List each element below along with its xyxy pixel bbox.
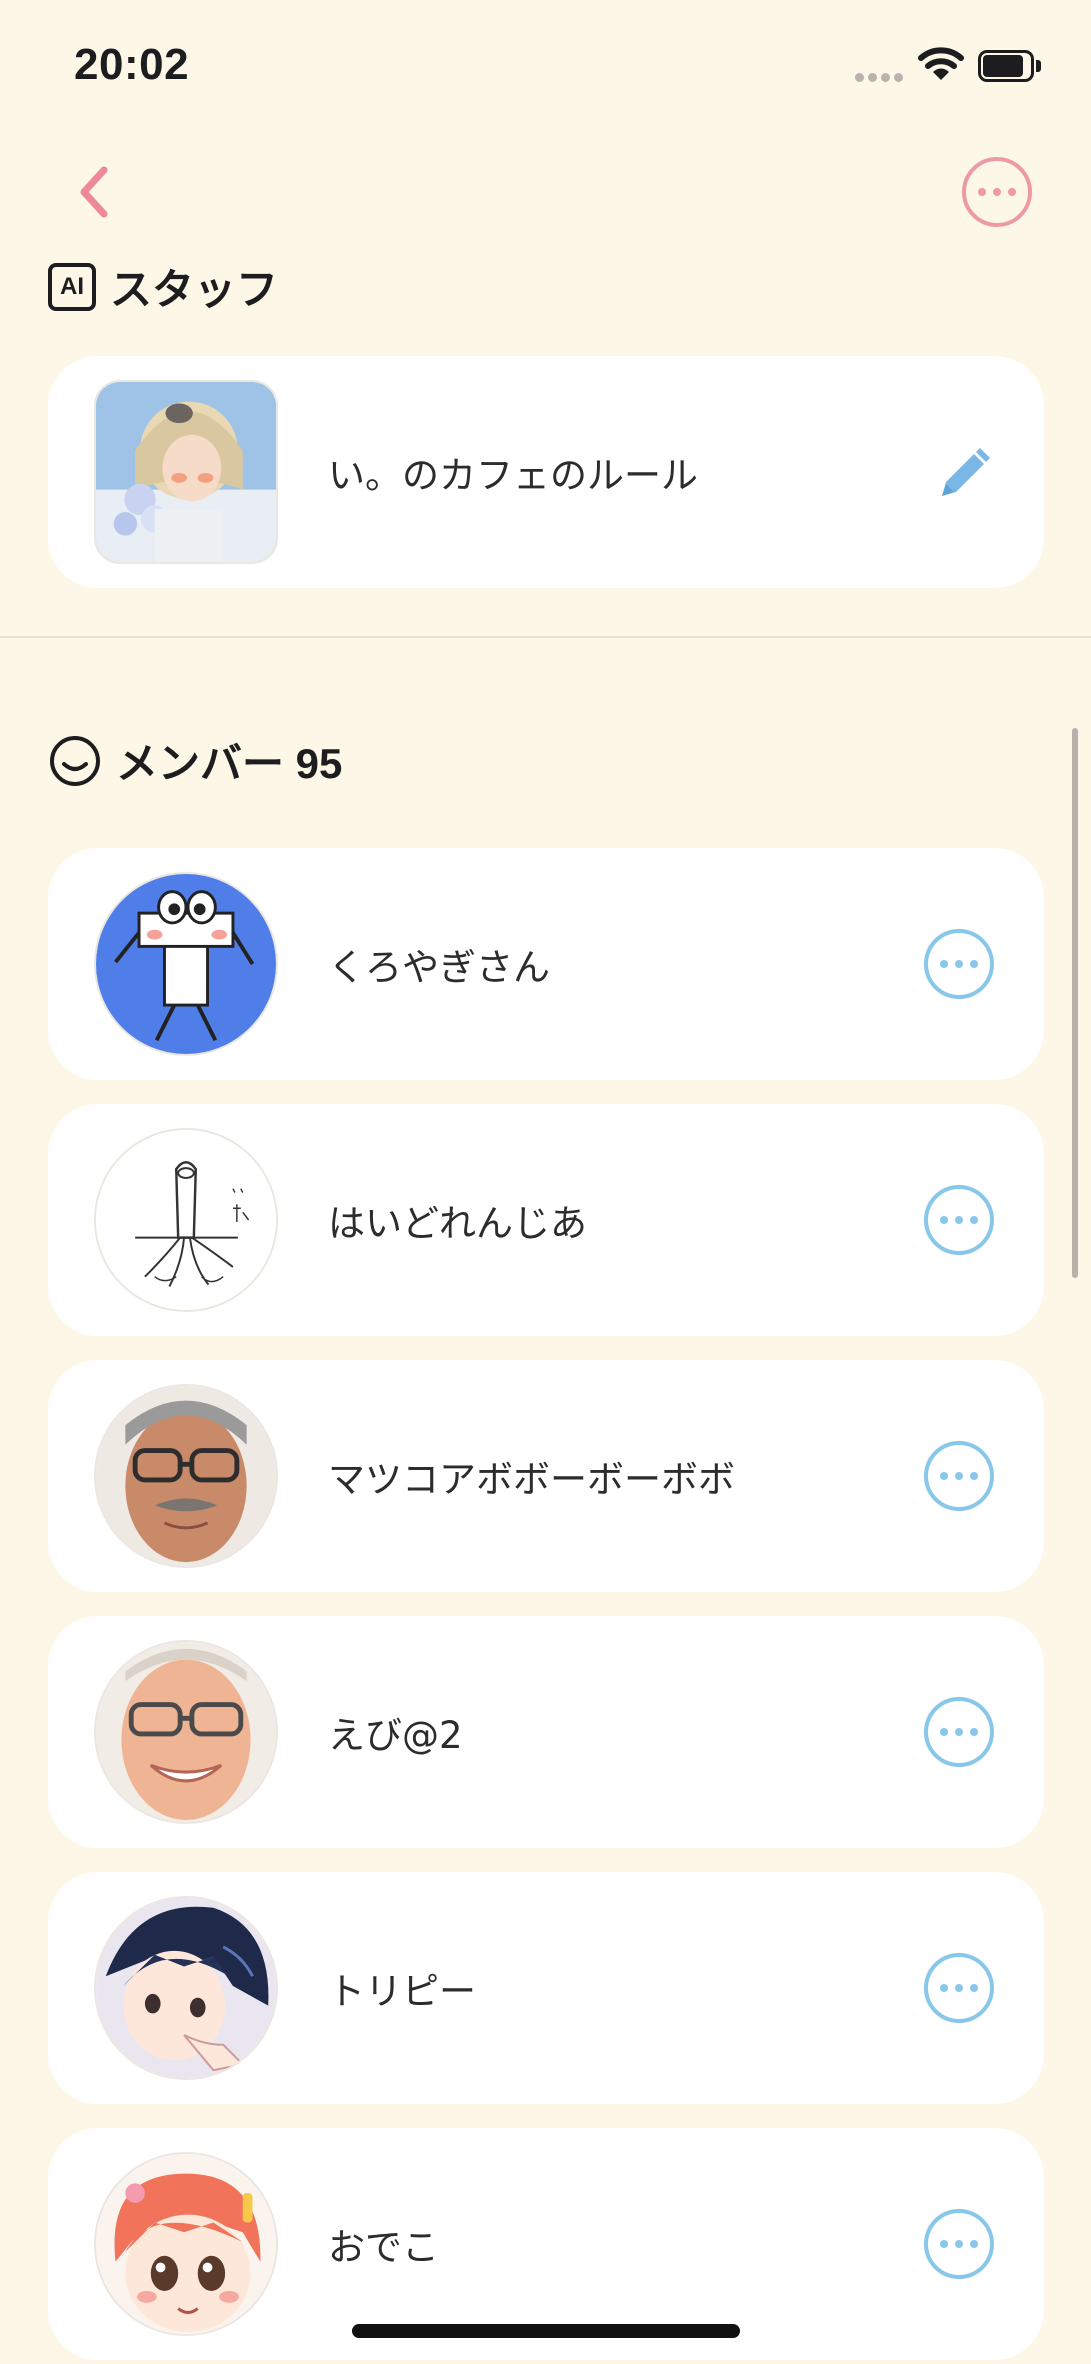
member-avatar bbox=[94, 1384, 278, 1568]
battery-icon bbox=[978, 50, 1042, 82]
staff-section-header: AI スタッフ bbox=[48, 256, 278, 317]
member-more-button[interactable] bbox=[924, 1697, 994, 1767]
staff-card[interactable]: い。のカフェのルール bbox=[48, 356, 1044, 588]
ellipsis-icon bbox=[940, 1728, 948, 1736]
ellipsis-icon bbox=[940, 1216, 948, 1224]
member-name: くろやぎさん bbox=[328, 946, 550, 989]
member-row[interactable]: トリピー bbox=[48, 1872, 1044, 2104]
member-avatar bbox=[94, 1128, 278, 1312]
ellipsis-icon bbox=[940, 960, 948, 968]
member-more-button[interactable] bbox=[924, 2209, 994, 2279]
member-name: はいどれんじあ bbox=[328, 1202, 587, 1245]
member-avatar bbox=[94, 872, 278, 1056]
member-name: トリピー bbox=[328, 1970, 476, 2013]
status-bar: 20:02 bbox=[0, 0, 1091, 130]
member-row[interactable]: くろやぎさん bbox=[48, 848, 1044, 1080]
ellipsis-icon bbox=[940, 1984, 948, 1992]
member-avatar bbox=[94, 1640, 278, 1824]
wifi-icon bbox=[918, 47, 964, 80]
member-more-button[interactable] bbox=[924, 1185, 994, 1255]
member-name: えび@2 bbox=[328, 1714, 463, 1757]
member-more-button[interactable] bbox=[924, 1441, 994, 1511]
member-more-button[interactable] bbox=[924, 1953, 994, 2023]
member-row[interactable]: マツコアボボーボーボボ bbox=[48, 1360, 1044, 1592]
ellipsis-icon bbox=[940, 2240, 948, 2248]
home-indicator[interactable] bbox=[352, 2324, 740, 2338]
member-name: マツコアボボーボーボボ bbox=[328, 1458, 735, 1501]
staff-avatar bbox=[94, 380, 278, 564]
cellular-signal-icon bbox=[855, 73, 903, 82]
member-row[interactable]: えび@2 bbox=[48, 1616, 1044, 1848]
ai-badge-icon: AI bbox=[48, 262, 96, 311]
section-divider bbox=[0, 636, 1091, 638]
member-row[interactable]: はいどれんじあ bbox=[48, 1104, 1044, 1336]
members-section-title: メンバー 95 bbox=[116, 740, 343, 787]
member-avatar bbox=[94, 1896, 278, 2080]
status-time: 20:02 bbox=[74, 40, 190, 89]
member-avatar bbox=[94, 2152, 278, 2336]
ellipsis-icon bbox=[978, 188, 986, 196]
chevron-left-icon bbox=[80, 166, 108, 218]
members-section-header: メンバー 95 bbox=[48, 730, 342, 791]
smile-face-icon bbox=[50, 735, 100, 786]
pencil-icon[interactable] bbox=[934, 444, 994, 504]
more-options-button[interactable] bbox=[962, 157, 1032, 227]
staff-name: い。のカフェのルール bbox=[328, 454, 698, 497]
scrollbar[interactable] bbox=[1072, 728, 1078, 1278]
back-button[interactable] bbox=[66, 160, 122, 224]
staff-section-title: スタッフ bbox=[110, 266, 279, 313]
member-more-button[interactable] bbox=[924, 929, 994, 999]
ellipsis-icon bbox=[940, 1472, 948, 1480]
